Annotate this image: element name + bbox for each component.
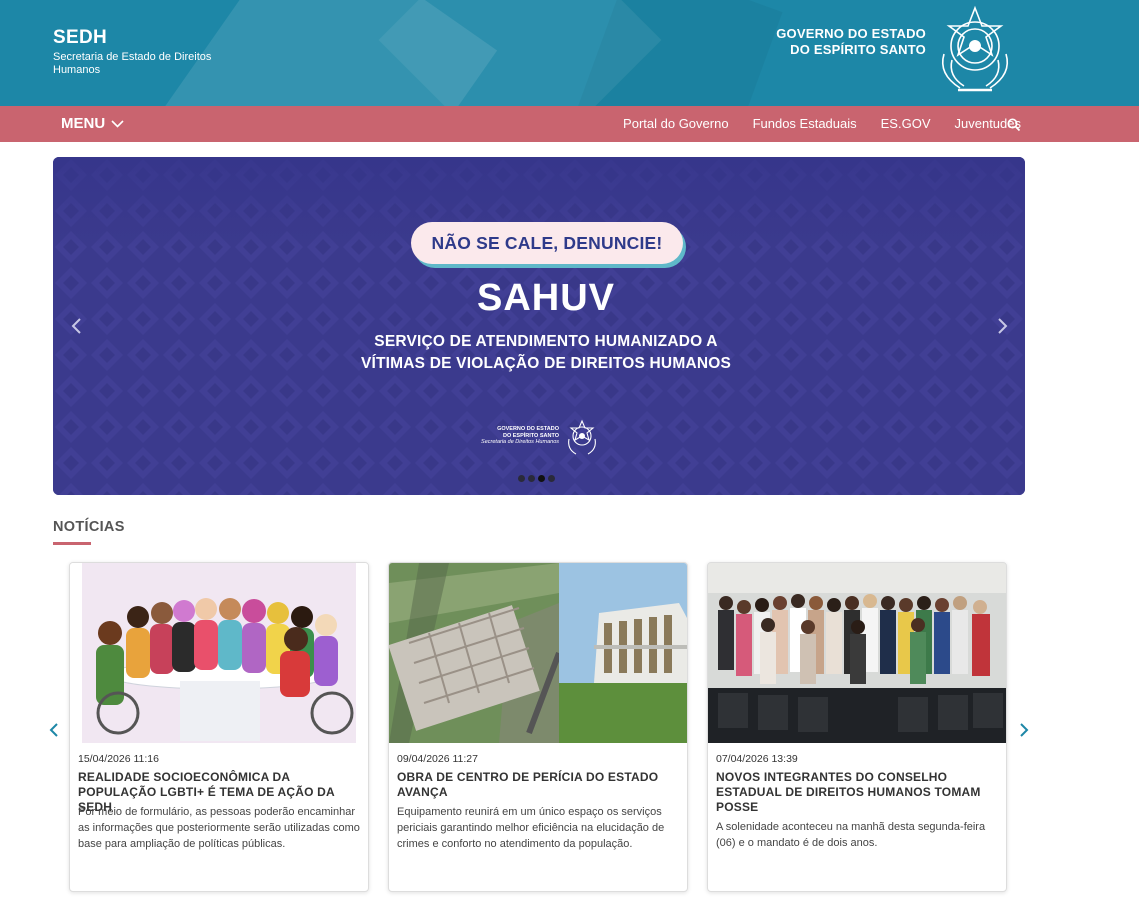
government-name-line2: DO ESPÍRITO SANTO	[790, 42, 926, 57]
news-date: 09/04/2026 11:27	[397, 753, 478, 765]
news-card[interactable]: 09/04/2026 11:27 OBRA DE CENTRO DE PERÍC…	[388, 562, 688, 892]
news-image	[708, 563, 1006, 743]
government-name-line1: GOVERNO DO ESTADO	[776, 26, 926, 41]
news-date: 15/04/2026 11:16	[78, 753, 159, 765]
nav-link-fundos-estaduais[interactable]: Fundos Estaduais	[753, 116, 857, 131]
news-summary: Equipamento reunirá em um único espaço o…	[397, 806, 665, 850]
carousel-dot[interactable]	[528, 475, 535, 482]
chevron-left-icon[interactable]	[70, 317, 84, 335]
site-title[interactable]: SEDH	[53, 27, 107, 49]
nav-link-portal-do-governo[interactable]: Portal do Governo	[623, 116, 729, 131]
nav-links: Portal do Governo Fundos Estaduais ES.GO…	[623, 116, 1021, 131]
news-card[interactable]: 15/04/2026 11:16 REALIDADE SOCIOECONÔMIC…	[69, 562, 369, 892]
carousel-dots	[518, 475, 555, 482]
carousel-dot[interactable]	[518, 475, 525, 482]
banner-logo-line3: Secretaria de Direitos Humanos	[481, 439, 559, 445]
news-image	[389, 563, 687, 743]
coat-of-arms-icon	[568, 419, 596, 455]
news-card[interactable]: 07/04/2026 13:39 NOVOS INTEGRANTES DO CO…	[707, 562, 1007, 892]
news-summary: A solenidade aconteceu na manhã desta se…	[716, 821, 986, 849]
main-nav: MENU Portal do Governo Fundos Estaduais …	[0, 106, 1139, 142]
chevron-down-icon	[111, 119, 124, 128]
news-section-title: NOTÍCIAS	[53, 519, 125, 535]
news-date: 07/04/2026 13:39	[716, 753, 798, 765]
chevron-right-icon[interactable]	[1019, 722, 1029, 738]
chevron-left-icon[interactable]	[49, 722, 59, 738]
site-header: SEDH Secretaria de Estado de Direitos Hu…	[0, 0, 1139, 106]
menu-label: MENU	[61, 115, 106, 132]
news-title[interactable]: NOVOS INTEGRANTES DO CONSELHO ESTADUAL D…	[716, 770, 1000, 815]
banner-subtitle-line1: SERVIÇO DE ATENDIMENTO HUMANIZADO A	[374, 333, 718, 350]
carousel-dot[interactable]	[548, 475, 555, 482]
government-name[interactable]: GOVERNO DO ESTADO DO ESPÍRITO SANTO	[760, 26, 926, 58]
banner-logo-text: GOVERNO DO ESTADO DO ESPÍRITO SANTO Secr…	[473, 426, 559, 446]
nav-link-es-gov[interactable]: ES.GOV	[881, 116, 931, 131]
news-summary: Por meio de formulário, as pessoas poder…	[78, 806, 360, 850]
coat-of-arms-icon[interactable]	[930, 4, 1020, 96]
banner-title: SAHUV	[476, 277, 616, 319]
search-icon[interactable]	[1007, 118, 1021, 132]
banner-carousel[interactable]: NÃO SE CALE, DENUNCIE! SAHUV SERVIÇO DE …	[53, 157, 1025, 495]
news-title[interactable]: OBRA DE CENTRO DE PERÍCIA DO ESTADO AVAN…	[397, 770, 681, 800]
carousel-dot-active[interactable]	[538, 475, 545, 482]
news-title-underline	[53, 542, 91, 545]
news-image	[70, 563, 368, 743]
site-subtitle: Secretaria de Estado de Direitos Humanos	[53, 51, 212, 76]
banner-pill: NÃO SE CALE, DENUNCIE!	[411, 222, 683, 264]
chevron-right-icon[interactable]	[995, 317, 1009, 335]
menu-button[interactable]: MENU	[61, 115, 124, 132]
banner-pill-text: NÃO SE CALE, DENUNCIE!	[431, 232, 663, 253]
banner-subtitle-line2: VÍTIMAS DE VIOLAÇÃO DE DIREITOS HUMANOS	[360, 355, 732, 372]
